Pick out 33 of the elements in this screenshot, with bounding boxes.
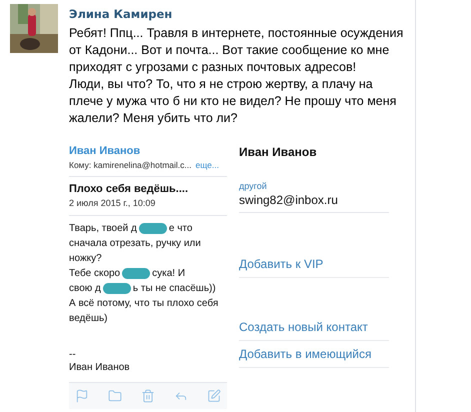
email-body-text: сначала отрезать, ручку или xyxy=(69,237,201,251)
signature-text: -- xyxy=(69,348,77,361)
folder-icon[interactable] xyxy=(108,389,122,403)
post-text: Ребят! Ппц... Травля в интернете, постоянные осуждения от Кадони... Вот и почта... Вот такие сообщение ко мне приходят с угрозами с разных почтовых адресов! xyxy=(69,25,404,76)
contact-action-link[interactable]: Добавить к VIP xyxy=(239,251,389,278)
sender-name: Иван Иванов xyxy=(69,145,142,157)
signature-text: Иван Иванов xyxy=(69,361,131,374)
email-subject: Плохо себя ведёшь.... xyxy=(69,183,190,195)
contact-action-link[interactable]: Добавить в имеющийся xyxy=(239,341,389,368)
redaction-blot xyxy=(138,223,167,234)
contact-action-link[interactable]: Создать новый контакт xyxy=(239,314,389,341)
email-body-text: ь ты не спасёшь)) xyxy=(132,282,216,296)
email-body-text: е что xyxy=(168,222,192,236)
redaction-blot xyxy=(102,283,131,294)
email-body-text: сука! И xyxy=(152,267,186,281)
trash-icon[interactable] xyxy=(141,389,155,403)
email-body-text: ножку? xyxy=(69,252,102,266)
flag-icon[interactable] xyxy=(75,389,89,403)
email-body-text: Тебе скоро xyxy=(69,267,120,281)
email-date: 2 июля 2015 г., 10:09 xyxy=(69,198,156,208)
contact-name: Иван Иванов xyxy=(239,145,318,159)
email-body-text: А всё потому, что ты плохо себя xyxy=(69,297,218,311)
email-label: другой xyxy=(239,181,268,191)
recipient-text: Кому: kamirenelina@hotmail.c... xyxy=(69,160,192,170)
compose-icon[interactable] xyxy=(207,389,221,403)
email-body-text: ведёшь) xyxy=(69,312,108,326)
email-body-text: Тварь, твоей д xyxy=(69,222,137,236)
post-text: Люди, вы что? То, что я не строю жертву, а плачу на плече у мужа что б ни кто не видел? Не прошу что меня жалели? Меня убить что ли? xyxy=(69,76,398,127)
email-body-text: свою д xyxy=(69,282,101,296)
redaction-blot xyxy=(122,268,150,279)
contact-email[interactable]: swing82@inbox.ru xyxy=(239,193,389,207)
more-link[interactable]: еще... xyxy=(196,160,219,170)
author-name[interactable]: Элина Камирен xyxy=(69,7,404,21)
